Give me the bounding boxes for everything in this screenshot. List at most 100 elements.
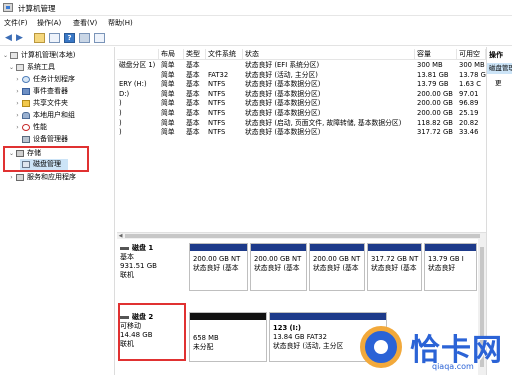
table-cell: FAT32 xyxy=(208,70,229,79)
partition-size: 317.72 GB NT xyxy=(371,255,419,263)
col-filesystem[interactable]: 文件系统 xyxy=(206,49,243,60)
table-cell: 基本 xyxy=(186,118,200,127)
partition-size: 200.00 GB NT xyxy=(313,255,361,263)
disk1-partition[interactable]: 200.00 GB NT 状态良好 (基本 xyxy=(250,243,307,291)
menu-view[interactable]: 查看(V) xyxy=(73,18,97,28)
col-volume[interactable] xyxy=(117,49,159,60)
table-row[interactable]: D:) 简单 基本 NTFS 状态良好 (基本数据分区) 200.00 GB 97.01 xyxy=(117,90,486,100)
table-row[interactable]: ERY (H:) 简单 基本 NTFS 状态良好 (基本数据分区) 13.79 GB 1.6… xyxy=(117,80,486,90)
clock-icon xyxy=(22,76,30,83)
expand-icon[interactable]: › xyxy=(8,172,15,183)
menu-bar: 文件(F) 操作(A) 查看(V) 帮助(H) xyxy=(0,16,512,30)
users-icon xyxy=(22,112,30,119)
table-cell: NTFS xyxy=(208,118,226,127)
expand-icon[interactable]: › xyxy=(14,110,21,121)
table-cell: 1.63 C xyxy=(459,80,482,89)
table-cell: 简单 xyxy=(161,128,175,137)
table-cell: 13.81 GB xyxy=(417,70,449,79)
unallocated-bar xyxy=(190,313,266,320)
partition-size: 200.00 GB NT xyxy=(254,255,302,263)
col-free[interactable]: 可用空 xyxy=(457,49,486,60)
table-cell xyxy=(117,71,159,81)
disk2-unallocated[interactable]: 658 MB 未分配 xyxy=(189,312,267,362)
table-row[interactable]: ) 简单 基本 NTFS 状态良好 (启动, 页面文件, 故障转储, 基本数据分区) 11… xyxy=(117,119,486,129)
table-cell: 200.00 GB xyxy=(417,109,453,117)
disk1-size: 931.51 GB xyxy=(120,262,157,270)
table-cell: NTFS xyxy=(208,128,226,137)
table-cell: ERY (H:) xyxy=(119,80,147,89)
forward-arrow-icon[interactable]: ▶ xyxy=(14,33,25,43)
table-cell: 状态良好 (EFI 系统分区) xyxy=(245,61,320,69)
volume-status: 状态良好 (活动, 主分区 xyxy=(273,342,344,350)
horizontal-scrollbar[interactable]: ◀ xyxy=(117,232,486,239)
table-row[interactable]: 简单 基本 FAT32 状态良好 (活动, 主分区) 13.81 GB 13.78 G xyxy=(117,71,486,81)
title-bar: 计算机管理 xyxy=(0,0,512,16)
table-cell: 13.79 GB xyxy=(417,80,449,89)
col-layout[interactable]: 布局 xyxy=(159,49,184,60)
col-status[interactable]: 状态 xyxy=(243,49,415,60)
table-cell: 基本 xyxy=(186,89,200,98)
menu-help[interactable]: 帮助(H) xyxy=(108,18,133,28)
table-cell: 25.19 xyxy=(459,109,479,117)
actions-disk-management[interactable]: 磁盘管理 xyxy=(487,63,512,74)
table-cell: 简单 xyxy=(161,61,175,69)
view-icon[interactable] xyxy=(94,33,105,43)
table-cell: NTFS xyxy=(208,99,226,108)
table-cell: 20.82 xyxy=(459,118,479,127)
table-cell: ) xyxy=(119,109,122,117)
table-cell: ) xyxy=(119,99,122,108)
table-cell: 状态良好 (活动, 主分区) xyxy=(245,70,318,79)
volume-name: 123 (I:) xyxy=(273,324,302,332)
computer-management-icon xyxy=(3,3,13,12)
table-cell: 简单 xyxy=(161,99,175,108)
expand-icon[interactable]: › xyxy=(14,122,21,133)
back-arrow-icon[interactable]: ◀ xyxy=(3,33,14,43)
unallocated-label: 未分配 xyxy=(193,343,214,351)
navigation-tree: ⌄ 计算机管理(本地) ⌄ 系统工具 › 任务计划程序 › 事件查看器 › 共享… xyxy=(0,47,115,375)
collapse-icon[interactable]: ⌄ xyxy=(2,50,9,61)
table-cell: 状态良好 (基本数据分区) xyxy=(245,99,321,108)
disk1-partition[interactable]: 200.00 GB NT 状态良好 (基本 xyxy=(309,243,365,291)
collapse-icon[interactable]: ⌄ xyxy=(8,62,15,73)
disk1-status: 联机 xyxy=(120,271,134,279)
table-cell: 317.72 GB xyxy=(417,128,453,137)
menu-file[interactable]: 文件(F) xyxy=(4,18,28,28)
disk1-type: 基本 xyxy=(120,253,134,261)
table-cell: 基本 xyxy=(186,80,200,89)
disk1-partition[interactable]: 13.79 GB I 状态良好 xyxy=(424,243,477,291)
storage-highlight-frame xyxy=(3,146,89,172)
expand-icon[interactable]: › xyxy=(14,86,21,97)
partition-bar xyxy=(310,244,364,251)
table-row[interactable]: ) 简单 基本 NTFS 状态良好 (基本数据分区) 200.00 GB 25.19 xyxy=(117,109,486,119)
volume-table-header: 布局 类型 文件系统 状态 容量 可用空 xyxy=(117,49,486,60)
partition-size: 200.00 GB NT xyxy=(193,255,241,263)
disk1-partition[interactable]: 200.00 GB NT 状态良好 (基本 xyxy=(189,243,248,291)
actions-more[interactable]: 更 xyxy=(495,77,512,87)
properties-icon[interactable] xyxy=(79,33,90,43)
menu-action[interactable]: 操作(A) xyxy=(37,18,61,28)
expand-icon[interactable]: › xyxy=(14,98,21,109)
partition-status: 状态良好 (基本 xyxy=(254,264,300,272)
disk1-partition[interactable]: 317.72 GB NT 状态良好 (基本 xyxy=(367,243,422,291)
table-cell: NTFS xyxy=(208,89,226,98)
col-capacity[interactable]: 容量 xyxy=(415,49,457,60)
folder-up-icon[interactable] xyxy=(34,33,45,43)
col-type[interactable]: 类型 xyxy=(184,49,206,60)
table-cell: 基本 xyxy=(186,70,200,79)
expand-icon[interactable]: › xyxy=(14,74,21,85)
table-cell: 状态良好 (启动, 页面文件, 故障转储, 基本数据分区) xyxy=(245,118,402,127)
disk2-highlight-frame xyxy=(118,303,186,361)
actions-header: 操作 xyxy=(489,51,503,59)
disk1-label[interactable]: 磁盘 1 基本 931.51 GB 联机 xyxy=(120,244,185,280)
table-cell: 基本 xyxy=(186,99,200,108)
table-cell: 磁盘分区 1) xyxy=(119,61,156,69)
table-row[interactable]: 磁盘分区 1) 简单 基本 状态良好 (EFI 系统分区) 300 MB 300 MB xyxy=(117,61,486,71)
show-hide-tree-icon[interactable] xyxy=(49,33,60,43)
partition-bar xyxy=(190,244,247,251)
table-cell: 97.01 xyxy=(459,89,479,98)
help-icon[interactable]: ? xyxy=(64,33,75,43)
table-row[interactable]: ) 简单 基本 NTFS 状态良好 (基本数据分区) 317.72 GB 33.46 xyxy=(117,128,486,138)
table-row[interactable]: ) 简单 基本 NTFS 状态良好 (基本数据分区) 200.00 GB 96.89 xyxy=(117,99,486,109)
partition-status: 状态良好 (基本 xyxy=(313,264,359,272)
scrollbar-thumb[interactable] xyxy=(125,234,480,238)
